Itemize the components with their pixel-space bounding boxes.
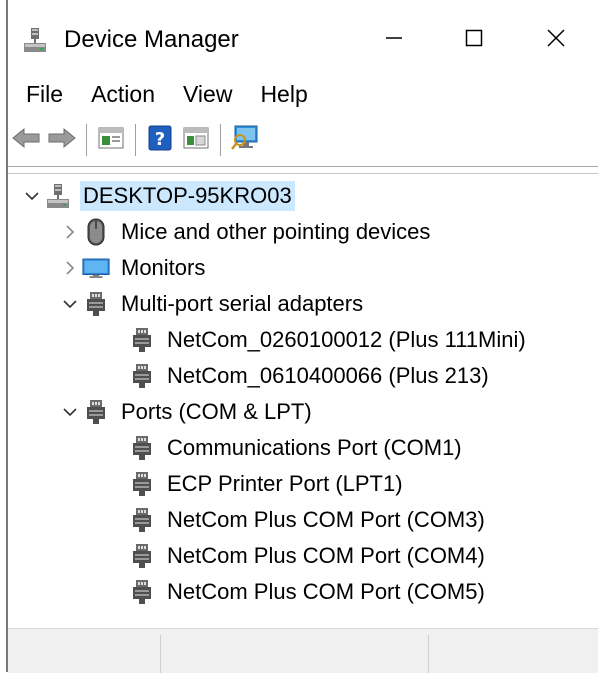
svg-text:?: ?: [155, 129, 165, 150]
port-icon: [128, 578, 156, 606]
tree-category-label[interactable]: Multi-port serial adapters: [118, 289, 366, 319]
port-icon: [128, 470, 156, 498]
status-bar: [8, 628, 598, 673]
status-bar-separator: [428, 635, 429, 673]
toolbar-separator: [86, 124, 87, 156]
tree-device-item[interactable]: NetCom_0260100012 (Plus 111Mini): [128, 322, 529, 358]
close-button[interactable]: [514, 8, 598, 72]
toolbar-divider: [8, 166, 598, 167]
tree-device-label[interactable]: NetCom Plus COM Port (COM4): [164, 541, 488, 571]
scan-hardware-button[interactable]: [227, 122, 263, 158]
port-icon: [82, 290, 110, 318]
maximize-button[interactable]: [432, 8, 516, 72]
back-button[interactable]: [8, 122, 44, 158]
port-icon: [128, 362, 156, 390]
tree-category-multi-port-serial[interactable]: Multi-port serial adapters: [58, 286, 366, 322]
chevron-down-icon[interactable]: [20, 178, 44, 214]
menu-view[interactable]: View: [169, 81, 246, 108]
status-bar-separator: [160, 635, 161, 673]
tree-category-mice[interactable]: Mice and other pointing devices: [58, 214, 433, 250]
menu-help[interactable]: Help: [246, 81, 321, 108]
tree-device-label[interactable]: NetCom_0610400066 (Plus 213): [164, 361, 492, 391]
forward-button[interactable]: [44, 122, 80, 158]
close-icon: [546, 28, 566, 53]
properties-icon: [98, 126, 124, 155]
computer-icon: [44, 182, 72, 210]
tree-device-item[interactable]: Communications Port (COM1): [128, 430, 465, 466]
tree-category-label[interactable]: Ports (COM & LPT): [118, 397, 315, 427]
forward-arrow-icon: [48, 127, 76, 154]
menu-bar: File Action View Help: [8, 72, 598, 116]
scan-hardware-icon: [231, 125, 259, 156]
chevron-down-icon[interactable]: [58, 286, 82, 322]
minimize-icon: [384, 28, 404, 53]
tree-root-label[interactable]: DESKTOP-95KRO03: [80, 181, 295, 211]
minimize-button[interactable]: [352, 8, 436, 72]
device-manager-window: Device Manager File Action View Help ? D…: [0, 0, 598, 673]
tree-device-label[interactable]: NetCom Plus COM Port (COM5): [164, 577, 488, 607]
chevron-down-icon[interactable]: [58, 394, 82, 430]
help-button[interactable]: ?: [142, 122, 178, 158]
update-driver-button[interactable]: [178, 122, 214, 158]
tree-device-label[interactable]: NetCom_0260100012 (Plus 111Mini): [164, 325, 529, 355]
port-icon: [128, 434, 156, 462]
tree-category-label[interactable]: Monitors: [118, 253, 208, 283]
port-icon: [128, 542, 156, 570]
tree-device-item[interactable]: NetCom Plus COM Port (COM3): [128, 502, 488, 538]
title-bar[interactable]: Device Manager: [8, 8, 598, 72]
window-title: Device Manager: [64, 26, 239, 53]
menu-action[interactable]: Action: [77, 81, 169, 108]
device-manager-icon: [22, 27, 48, 53]
tree-category-ports[interactable]: Ports (COM & LPT): [58, 394, 315, 430]
mouse-icon: [82, 218, 110, 246]
tree-category-monitors[interactable]: Monitors: [58, 250, 208, 286]
tree-device-label[interactable]: Communications Port (COM1): [164, 433, 465, 463]
chevron-right-icon[interactable]: [58, 214, 82, 250]
update-driver-icon: [183, 126, 209, 155]
tree-device-item[interactable]: NetCom Plus COM Port (COM5): [128, 574, 488, 610]
tree-top-border: [8, 173, 598, 174]
tree-root-node[interactable]: DESKTOP-95KRO03: [20, 178, 295, 214]
maximize-icon: [464, 28, 484, 53]
tree-device-item[interactable]: NetCom Plus COM Port (COM4): [128, 538, 488, 574]
menu-file[interactable]: File: [8, 81, 77, 108]
tree-device-item[interactable]: NetCom_0610400066 (Plus 213): [128, 358, 492, 394]
back-arrow-icon: [12, 127, 40, 154]
port-icon: [128, 506, 156, 534]
help-icon: ?: [148, 125, 172, 156]
chevron-right-icon[interactable]: [58, 250, 82, 286]
toolbar-separator: [135, 124, 136, 156]
port-icon: [82, 398, 110, 426]
monitor-icon: [82, 254, 110, 282]
port-icon: [128, 326, 156, 354]
tree-device-label[interactable]: NetCom Plus COM Port (COM3): [164, 505, 488, 535]
tree-device-item[interactable]: ECP Printer Port (LPT1): [128, 466, 406, 502]
toolbar-separator: [220, 124, 221, 156]
properties-button[interactable]: [93, 122, 129, 158]
toolbar: ?: [8, 116, 598, 164]
tree-category-label[interactable]: Mice and other pointing devices: [118, 217, 433, 247]
tree-device-label[interactable]: ECP Printer Port (LPT1): [164, 469, 406, 499]
